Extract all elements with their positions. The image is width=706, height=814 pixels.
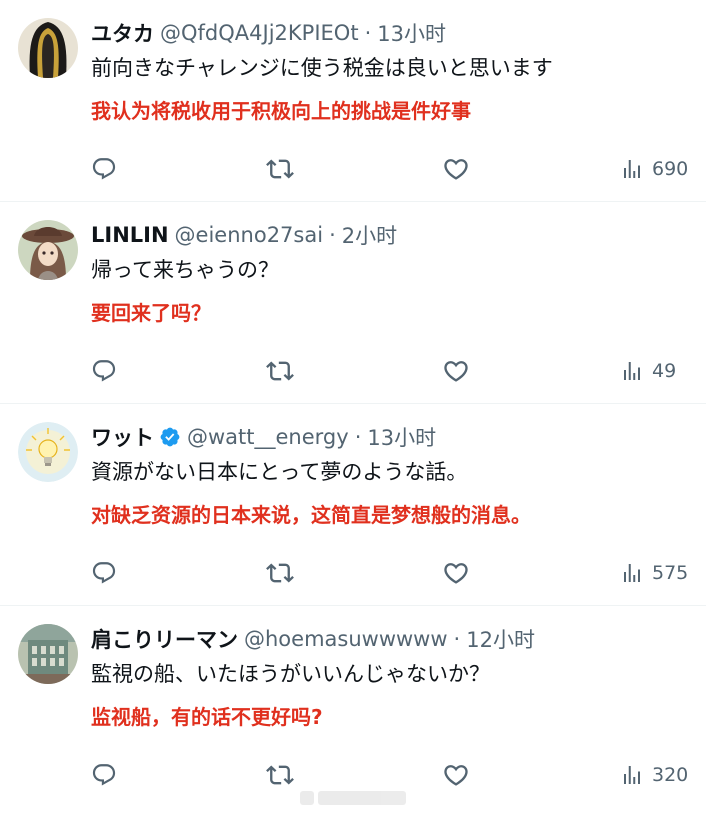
lightbulb-avatar-icon: [18, 422, 78, 482]
views-button[interactable]: 49: [620, 354, 676, 388]
separator-dot: ·: [364, 21, 372, 45]
watermark: [300, 789, 412, 807]
reply-feed: ユタカ @QfdQA4Jj2KPIEOt · 13小时 前向きなチャレンジに使う…: [0, 0, 706, 808]
translation-text: 我认为将税收用于积极向上的挑战是件好事: [91, 99, 471, 123]
views-count: 690: [652, 158, 689, 180]
watermark-mark: [300, 791, 314, 805]
retweet-button[interactable]: [266, 556, 294, 590]
anime-girl-hat-avatar-icon: [18, 220, 78, 280]
user-handle[interactable]: @QfdQA4Jj2KPIEOt: [160, 21, 359, 45]
views-count: 320: [652, 764, 689, 786]
action-bar: 49: [0, 354, 706, 388]
retweet-button[interactable]: [266, 758, 294, 792]
verified-badge: [159, 426, 181, 448]
translation-text: 要回来了吗？: [91, 301, 211, 325]
views-chart-icon: [624, 564, 640, 582]
reply-icon: [92, 360, 116, 382]
tweet-header: 肩こりリーマン @hoemasuwwwww · 12小时: [91, 624, 535, 654]
retweet-icon: [266, 361, 294, 381]
tweet-text: 資源がない日本にとって夢のような話。: [91, 460, 468, 484]
display-name[interactable]: ワット: [91, 422, 154, 452]
user-handle[interactable]: @eienno27sai: [175, 223, 324, 247]
retweet-button[interactable]: [266, 354, 294, 388]
tweet-text: 前向きなチャレンジに使う税金は良いと思います: [91, 56, 553, 80]
tweet-3[interactable]: ワット @watt__energy · 13小时 資源がない日本にとって夢のよう…: [0, 404, 706, 606]
display-name[interactable]: ユタカ: [91, 18, 154, 48]
action-bar: 690: [0, 152, 706, 186]
building-photo-avatar-icon: [18, 624, 78, 684]
timestamp[interactable]: 2小时: [342, 220, 397, 250]
tweet-4[interactable]: 肩こりリーマン @hoemasuwwwww · 12小时 監視の船、いたほうがい…: [0, 606, 706, 808]
timestamp[interactable]: 13小时: [367, 422, 436, 452]
action-bar: 320: [0, 758, 706, 792]
tweet-1[interactable]: ユタカ @QfdQA4Jj2KPIEOt · 13小时 前向きなチャレンジに使う…: [0, 0, 706, 202]
views-chart-icon: [624, 766, 640, 784]
views-chart-icon: [624, 362, 640, 380]
tweet-2[interactable]: LINLIN @eienno27sai · 2小时 帰って来ちゃうの？ 要回来了…: [0, 202, 706, 404]
action-bar: 575: [0, 556, 706, 590]
avatar[interactable]: [18, 624, 78, 684]
reply-icon: [92, 562, 116, 584]
tweet-header: LINLIN @eienno27sai · 2小时: [91, 220, 397, 250]
avatar[interactable]: [18, 422, 78, 482]
timestamp[interactable]: 12小时: [466, 624, 535, 654]
translation-text: 监视船，有的话不更好吗?: [91, 705, 323, 729]
tweet-text: 監視の船、いたほうがいいんじゃないか？: [91, 662, 490, 686]
reply-button[interactable]: [91, 354, 117, 388]
display-name[interactable]: LINLIN: [91, 223, 169, 247]
heart-icon: [444, 563, 468, 584]
like-button[interactable]: [442, 152, 470, 186]
avatar[interactable]: [18, 18, 78, 78]
retweet-button[interactable]: [266, 152, 294, 186]
views-button[interactable]: 575: [620, 556, 688, 590]
retweet-icon: [266, 765, 294, 785]
retweet-icon: [266, 563, 294, 583]
retweet-icon: [266, 159, 294, 179]
watermark-mark: [318, 791, 406, 805]
display-name[interactable]: 肩こりリーマン: [91, 624, 238, 654]
views-count: 49: [652, 360, 677, 382]
separator-dot: ·: [453, 627, 461, 651]
user-handle[interactable]: @hoemasuwwwww: [244, 627, 448, 651]
reply-button[interactable]: [91, 556, 117, 590]
reply-button[interactable]: [91, 758, 117, 792]
like-button[interactable]: [442, 758, 470, 792]
separator-dot: ·: [354, 425, 362, 449]
views-button[interactable]: 690: [620, 152, 688, 186]
like-button[interactable]: [442, 556, 470, 590]
separator-dot: ·: [329, 223, 336, 247]
reply-button[interactable]: [91, 152, 117, 186]
heart-icon: [444, 361, 468, 382]
verified-badge-icon: [160, 427, 180, 447]
user-handle[interactable]: @watt__energy: [187, 425, 349, 449]
views-count: 575: [652, 562, 689, 584]
heart-icon: [444, 159, 468, 180]
heart-icon: [444, 765, 468, 786]
hooded-figure-avatar-icon: [18, 18, 78, 78]
translation-text: 对缺乏资源的日本来说，这简直是梦想般的消息。: [91, 503, 531, 527]
like-button[interactable]: [442, 354, 470, 388]
tweet-header: ワット @watt__energy · 13小时: [91, 422, 436, 452]
tweet-header: ユタカ @QfdQA4Jj2KPIEOt · 13小时: [91, 18, 446, 48]
views-chart-icon: [624, 160, 640, 178]
tweet-text: 帰って来ちゃうの？: [91, 258, 279, 282]
reply-icon: [92, 764, 116, 786]
reply-icon: [92, 158, 116, 180]
views-button[interactable]: 320: [620, 758, 688, 792]
timestamp[interactable]: 13小时: [377, 18, 446, 48]
avatar[interactable]: [18, 220, 78, 280]
